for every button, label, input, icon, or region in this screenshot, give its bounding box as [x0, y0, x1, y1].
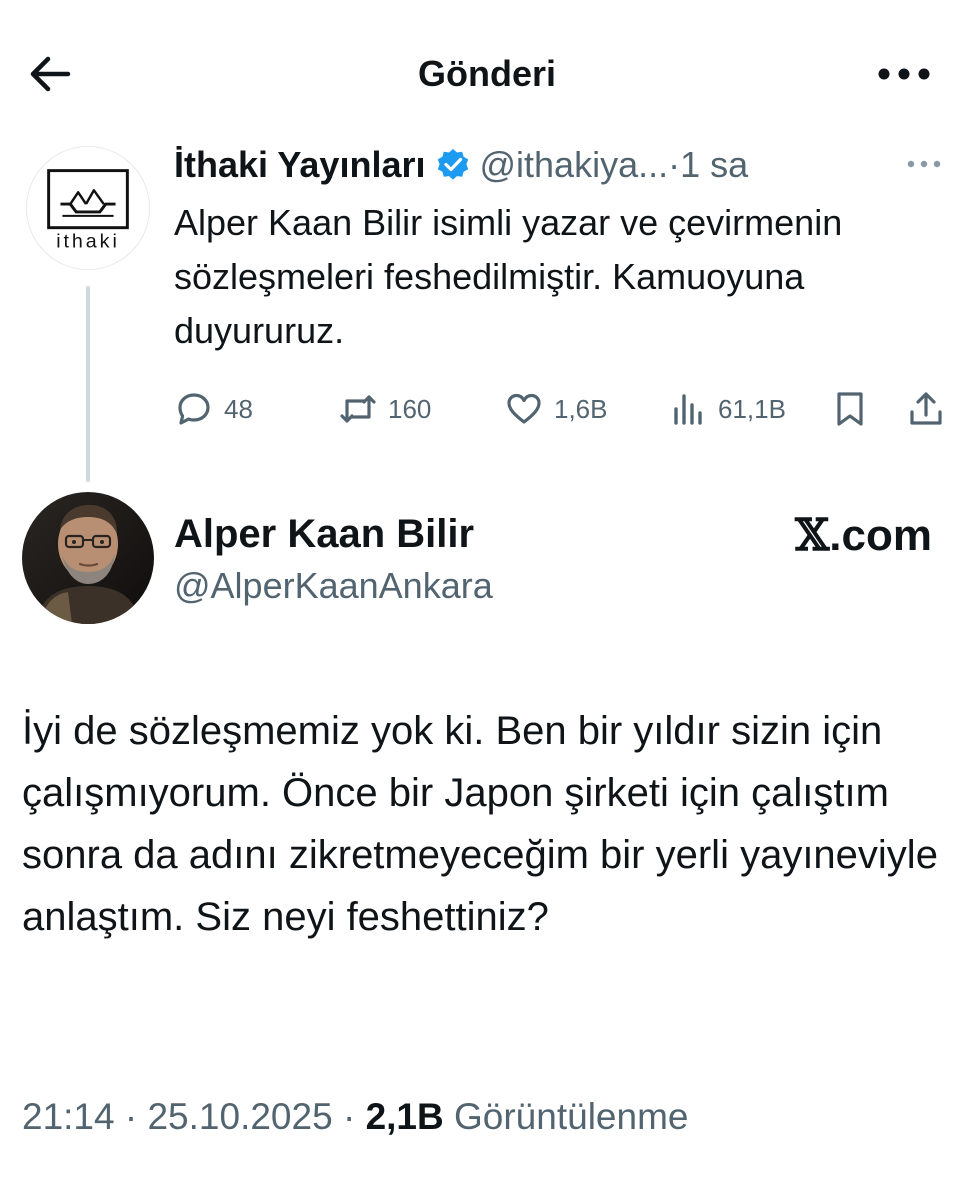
retweet-icon [340, 395, 376, 423]
tweet-text: İyi de sözleşmemiz yok ki. Ben bir yıldı… [22, 709, 938, 939]
profile-photo [22, 492, 154, 624]
alper-avatar[interactable] [22, 492, 154, 624]
watermark-domain: .com [829, 511, 932, 560]
page-title: Gönderi [417, 53, 556, 94]
quoted-more-button[interactable] [904, 152, 944, 176]
more-horizontal-icon [878, 68, 930, 80]
views-label: Görüntülenme [454, 1096, 689, 1137]
tweet-date[interactable]: 25.10.2025 [147, 1096, 332, 1137]
tweet-timestamp-row: 21:14 · 25.10.2025 · 2,1B Görüntülenme [22, 1092, 688, 1142]
ithaki-logo: ithaki [47, 169, 129, 252]
ithaki-logo-text: ithaki [56, 230, 120, 252]
tweet-time[interactable]: 21:14 [22, 1096, 115, 1137]
quoted-handle[interactable]: @ithakiya... [479, 144, 668, 185]
quoted-tweet-text: Alper Kaan Bilir isimli yazar ve çevirme… [174, 202, 843, 351]
views-count[interactable]: 2,1B [366, 1096, 444, 1137]
ithaki-avatar[interactable]: ithaki [26, 146, 150, 270]
reply-icon [178, 393, 210, 425]
reply-button[interactable]: 48 [174, 384, 253, 434]
retweet-button[interactable]: 160 [338, 384, 431, 434]
like-count: 1,6B [554, 393, 608, 424]
x-logo: 𝕏 [795, 510, 830, 561]
quoted-author-name[interactable]: İthaki Yayınları [174, 144, 425, 185]
more-options-button[interactable] [874, 56, 934, 92]
quoted-time-separator: · [668, 144, 681, 185]
quoted-time[interactable]: 1 sa [680, 144, 748, 185]
x-com-watermark: 𝕏.com [795, 508, 932, 564]
view-count: 61,1B [718, 393, 786, 424]
date-separator: · [342, 1096, 356, 1137]
share-icon [910, 392, 942, 425]
reply-count: 48 [224, 393, 253, 424]
like-button[interactable]: 1,6B [504, 384, 608, 434]
more-horizontal-icon [907, 160, 941, 168]
analytics-bars-icon [674, 394, 702, 425]
views-button[interactable]: 61,1B [668, 384, 786, 434]
author-name[interactable]: Alper Kaan Bilir [174, 508, 474, 560]
retweet-count: 160 [388, 393, 432, 424]
bookmark-icon [837, 392, 863, 426]
quoted-tweet-header: İthaki Yayınları @ithakiya...·1 sa [174, 140, 748, 190]
author-handle[interactable]: @AlperKaanAnkara [174, 562, 493, 610]
thread-connector-line [86, 286, 90, 482]
time-separator: · [124, 1096, 138, 1137]
top-bar: Gönderi [0, 0, 974, 140]
verified-badge-icon [438, 149, 469, 180]
heart-icon [507, 393, 541, 424]
bookmark-button[interactable] [830, 384, 880, 434]
quoted-action-bar: 48 160 1,6B 61,1B [174, 384, 954, 434]
share-button[interactable] [906, 384, 956, 434]
